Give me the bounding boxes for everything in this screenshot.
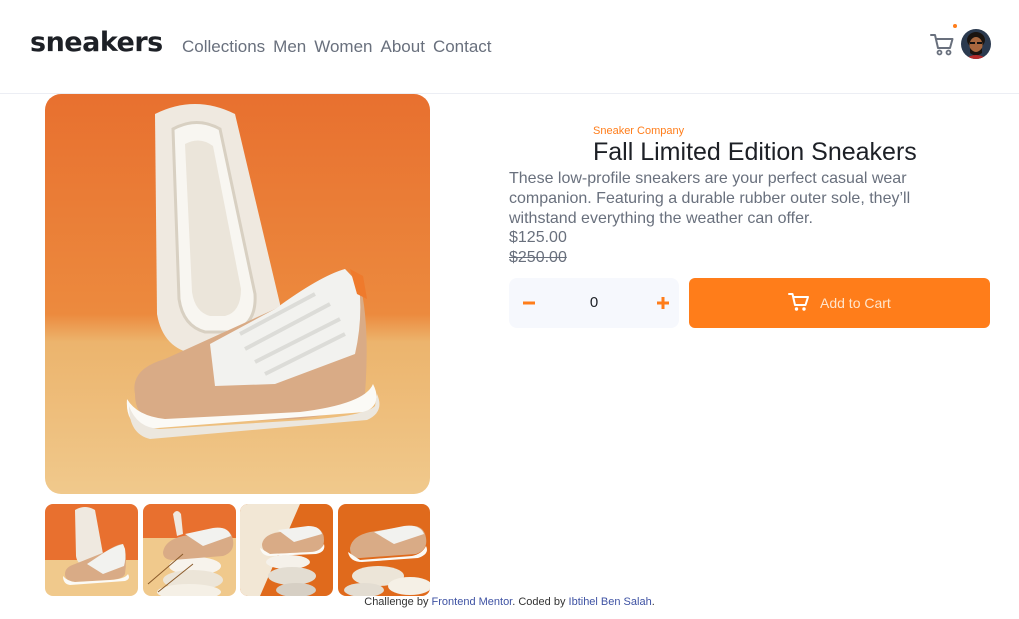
add-to-cart-button[interactable]: Add to Cart [689, 278, 990, 328]
product-title: Fall Limited Edition Sneakers [593, 138, 917, 166]
original-price: $250.00 [509, 249, 567, 266]
quantity-stepper: 0 [509, 278, 679, 328]
cart-icon[interactable] [929, 31, 955, 57]
frontend-mentor-link[interactable]: Frontend Mentor [432, 596, 513, 608]
attribution-footer: Challenge by Frontend Mentor. Coded by I… [0, 596, 1019, 608]
nav-women[interactable]: Women [314, 37, 372, 57]
quantity-value: 0 [589, 294, 599, 311]
thumbnail-3[interactable] [240, 504, 333, 596]
product-main-image[interactable] [45, 94, 430, 494]
nav-collections[interactable]: Collections [182, 37, 265, 57]
main-nav: Collections Men Women About Contact [182, 37, 492, 57]
thumbnail-2[interactable] [143, 504, 236, 596]
thumbnail-4[interactable] [338, 504, 430, 596]
thumbnail-1[interactable] [45, 504, 138, 596]
add-to-cart-label: Add to Cart [820, 295, 891, 311]
current-price: $125.00 [509, 229, 567, 246]
footer-prefix: Challenge by [364, 596, 429, 608]
avatar[interactable] [961, 29, 991, 59]
footer-middle: . Coded by [512, 596, 566, 608]
plus-icon[interactable] [653, 293, 673, 313]
minus-icon[interactable] [519, 293, 539, 313]
thumbnail-strip [45, 504, 430, 596]
author-link[interactable]: Ibtihel Ben Salah [569, 596, 652, 608]
logo[interactable]: sneakers [30, 27, 163, 58]
product-description: These low-profile sneakers are your perf… [509, 170, 911, 227]
site-header: sneakers Collections Men Women About Con… [0, 0, 1019, 94]
nav-men[interactable]: Men [273, 37, 306, 57]
company-label: Sneaker Company [593, 125, 685, 137]
nav-about[interactable]: About [381, 37, 425, 57]
footer-suffix: . [651, 596, 655, 608]
nav-contact[interactable]: Contact [433, 37, 492, 57]
cart-badge-dot [953, 24, 957, 28]
cart-icon [788, 292, 810, 312]
